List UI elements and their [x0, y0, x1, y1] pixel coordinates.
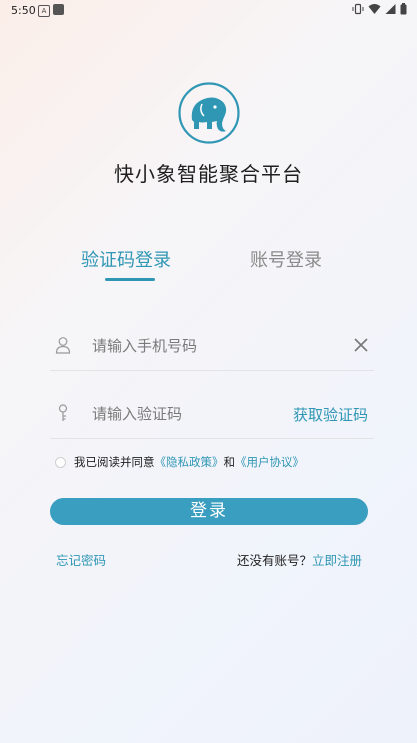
notification-square-icon [53, 4, 64, 15]
agreement-row: 我已阅读并同意 《隐私政策》 和 《用户协议》 [55, 454, 304, 470]
verification-code-input[interactable] [92, 402, 312, 426]
notification-app-icon: A [38, 5, 50, 17]
tab-sms-login[interactable]: 验证码登录 [81, 246, 171, 272]
active-tab-indicator [105, 278, 155, 281]
signal-icon [385, 4, 396, 14]
battery-icon [400, 3, 407, 15]
privacy-policy-link[interactable]: 《隐私政策》 [155, 454, 224, 470]
user-icon [55, 337, 71, 354]
status-time: 5:50 [11, 4, 36, 17]
agreement-and: 和 [223, 455, 236, 469]
app-title: 快小象智能聚合平台 [114, 162, 303, 186]
login-button[interactable]: 登录 [50, 498, 368, 525]
phone-input[interactable] [92, 334, 312, 358]
register-row: 还没有账号？立即注册 [237, 550, 362, 569]
clear-icon[interactable] [354, 338, 368, 352]
user-agreement-link[interactable]: 《用户协议》 [235, 454, 304, 470]
wifi-icon [368, 4, 381, 14]
vibrate-icon [352, 3, 364, 15]
phone-field [50, 322, 374, 371]
agreement-checkbox[interactable] [55, 456, 66, 468]
verification-code-field: 获取验证码 [50, 390, 374, 439]
no-account-text: 还没有账号？ [236, 553, 312, 568]
forgot-password-link[interactable]: 忘记密码 [56, 550, 106, 569]
tab-account-login[interactable]: 账号登录 [250, 246, 322, 272]
elephant-logo-icon [178, 82, 240, 144]
agreement-prefix: 我已阅读并同意 [74, 455, 155, 469]
register-link[interactable]: 立即注册 [312, 553, 362, 568]
status-bar: 5:50 A [0, 0, 417, 22]
status-icons [352, 3, 407, 15]
key-icon [58, 404, 68, 421]
get-code-button[interactable]: 获取验证码 [293, 404, 368, 425]
